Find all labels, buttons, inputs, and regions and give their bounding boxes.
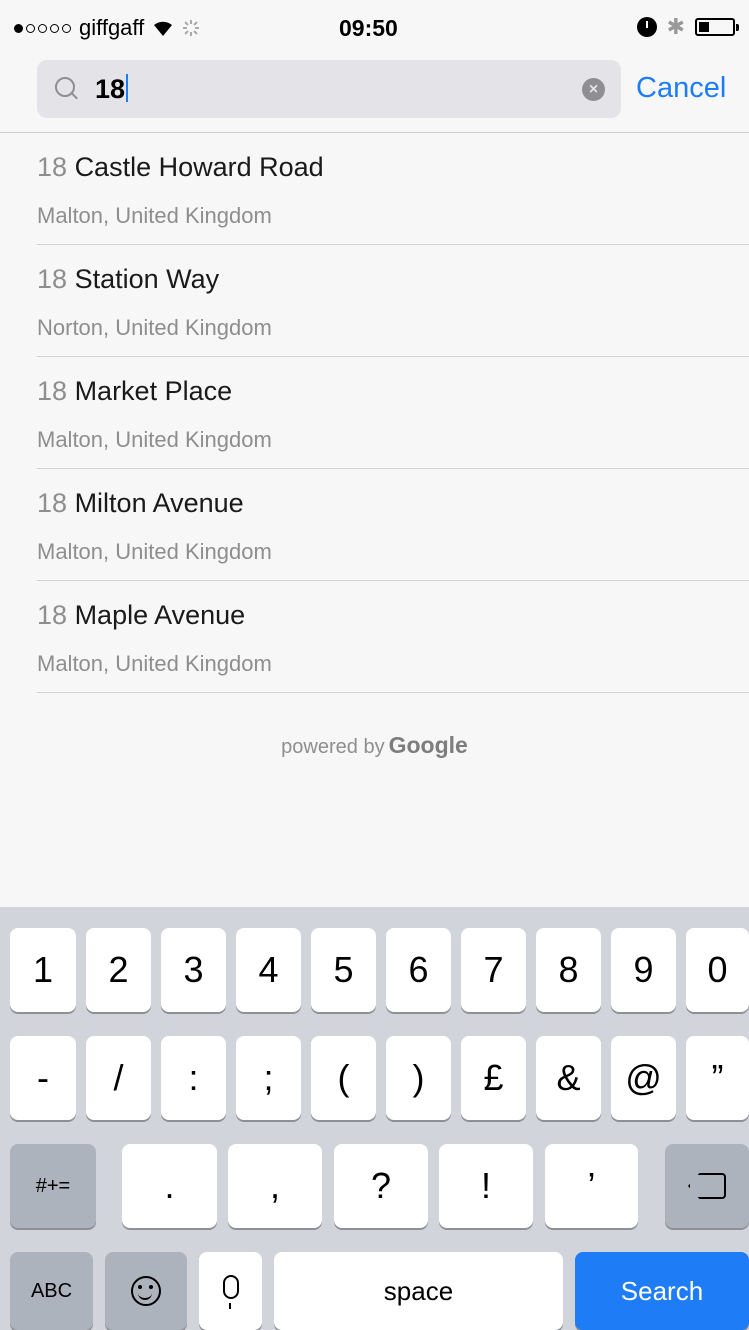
key-colon[interactable]: :	[161, 1036, 226, 1120]
battery-fill	[699, 22, 709, 32]
key-4[interactable]: 4	[236, 928, 301, 1012]
result-title: 18 Milton Avenue	[37, 488, 244, 518]
keyboard: 1 2 3 4 5 6 7 8 9 0 - / : ; ( ) £ & @ ” …	[0, 907, 749, 1330]
key-semicolon[interactable]: ;	[236, 1036, 301, 1120]
key-3[interactable]: 3	[161, 928, 226, 1012]
dictation-button[interactable]	[199, 1252, 262, 1330]
key-9[interactable]: 9	[611, 928, 676, 1012]
key-hyphen[interactable]: -	[10, 1036, 76, 1120]
key-comma[interactable]: ,	[228, 1144, 322, 1228]
result-title: 18 Castle Howard Road	[37, 152, 324, 182]
alarm-icon	[636, 17, 657, 37]
status-left: giffgaff	[14, 15, 200, 41]
signal-strength-icon	[14, 23, 71, 33]
result-subtitle: Malton, United Kingdom	[37, 203, 272, 228]
emoji-icon	[131, 1276, 161, 1306]
key-pound[interactable]: £	[461, 1036, 526, 1120]
bluetooth-icon: ✱	[666, 14, 685, 39]
key-apostrophe[interactable]: ’	[545, 1144, 638, 1228]
key-close-paren[interactable]: )	[386, 1036, 451, 1120]
list-item[interactable]: 18 Milton Avenue Malton, United Kingdom	[37, 469, 749, 581]
key-ampersand[interactable]: &	[536, 1036, 601, 1120]
key-open-paren[interactable]: (	[311, 1036, 376, 1120]
key-abc-toggle[interactable]: ABC	[10, 1252, 93, 1330]
result-subtitle: Malton, United Kingdom	[37, 427, 272, 452]
text-caret	[126, 73, 129, 102]
key-at[interactable]: @	[611, 1036, 676, 1120]
status-bar: giffgaff 09:50 ✱	[0, 0, 749, 56]
key-period[interactable]: .	[122, 1144, 217, 1228]
result-title: 18 Maple Avenue	[37, 600, 246, 630]
key-1[interactable]: 1	[10, 928, 76, 1012]
search-query-text: 18	[95, 74, 126, 104]
key-7[interactable]: 7	[461, 928, 526, 1012]
search-bar: 18 × Cancel	[0, 56, 749, 133]
results-list: 18 Castle Howard Road Malton, United Kin…	[0, 133, 749, 693]
list-item[interactable]: 18 Maple Avenue Malton, United Kingdom	[37, 581, 749, 693]
search-query[interactable]: 18	[95, 73, 129, 105]
wifi-icon	[154, 21, 173, 36]
emoji-button[interactable]	[105, 1252, 187, 1330]
key-0[interactable]: 0	[686, 928, 749, 1012]
key-quote[interactable]: ”	[686, 1036, 749, 1120]
status-right: ✱	[636, 14, 739, 40]
search-button[interactable]: Search	[575, 1252, 749, 1330]
microphone-icon	[222, 1275, 239, 1309]
cancel-button[interactable]: Cancel	[636, 72, 726, 105]
carrier-name: giffgaff	[79, 15, 145, 40]
key-exclamation[interactable]: !	[439, 1144, 533, 1228]
clear-icon[interactable]: ×	[582, 78, 605, 101]
backspace-button[interactable]	[665, 1144, 749, 1228]
google-attribution: powered by Google	[281, 732, 468, 758]
key-question[interactable]: ?	[334, 1144, 428, 1228]
result-title: 18 Station Way	[37, 264, 220, 294]
search-icon	[55, 77, 75, 97]
clock: 09:50	[339, 15, 398, 41]
key-8[interactable]: 8	[536, 928, 601, 1012]
key-2[interactable]: 2	[86, 928, 151, 1012]
result-subtitle: Norton, United Kingdom	[37, 315, 272, 340]
key-5[interactable]: 5	[311, 928, 376, 1012]
backspace-icon	[688, 1173, 726, 1199]
battery-icon	[695, 18, 739, 36]
key-6[interactable]: 6	[386, 928, 451, 1012]
key-slash[interactable]: /	[86, 1036, 151, 1120]
list-item[interactable]: 18 Station Way Norton, United Kingdom	[37, 245, 749, 357]
result-subtitle: Malton, United Kingdom	[37, 651, 272, 676]
result-subtitle: Malton, United Kingdom	[37, 539, 272, 564]
result-title: 18 Market Place	[37, 376, 233, 406]
key-symbols-toggle[interactable]: #+=	[10, 1144, 96, 1228]
space-key[interactable]: space	[274, 1252, 563, 1330]
list-item[interactable]: 18 Market Place Malton, United Kingdom	[37, 357, 749, 469]
list-item[interactable]: 18 Castle Howard Road Malton, United Kin…	[37, 133, 749, 245]
search-input[interactable]: 18 ×	[37, 60, 621, 118]
activity-spinner-icon	[183, 20, 200, 36]
google-logo: Google	[388, 732, 468, 758]
